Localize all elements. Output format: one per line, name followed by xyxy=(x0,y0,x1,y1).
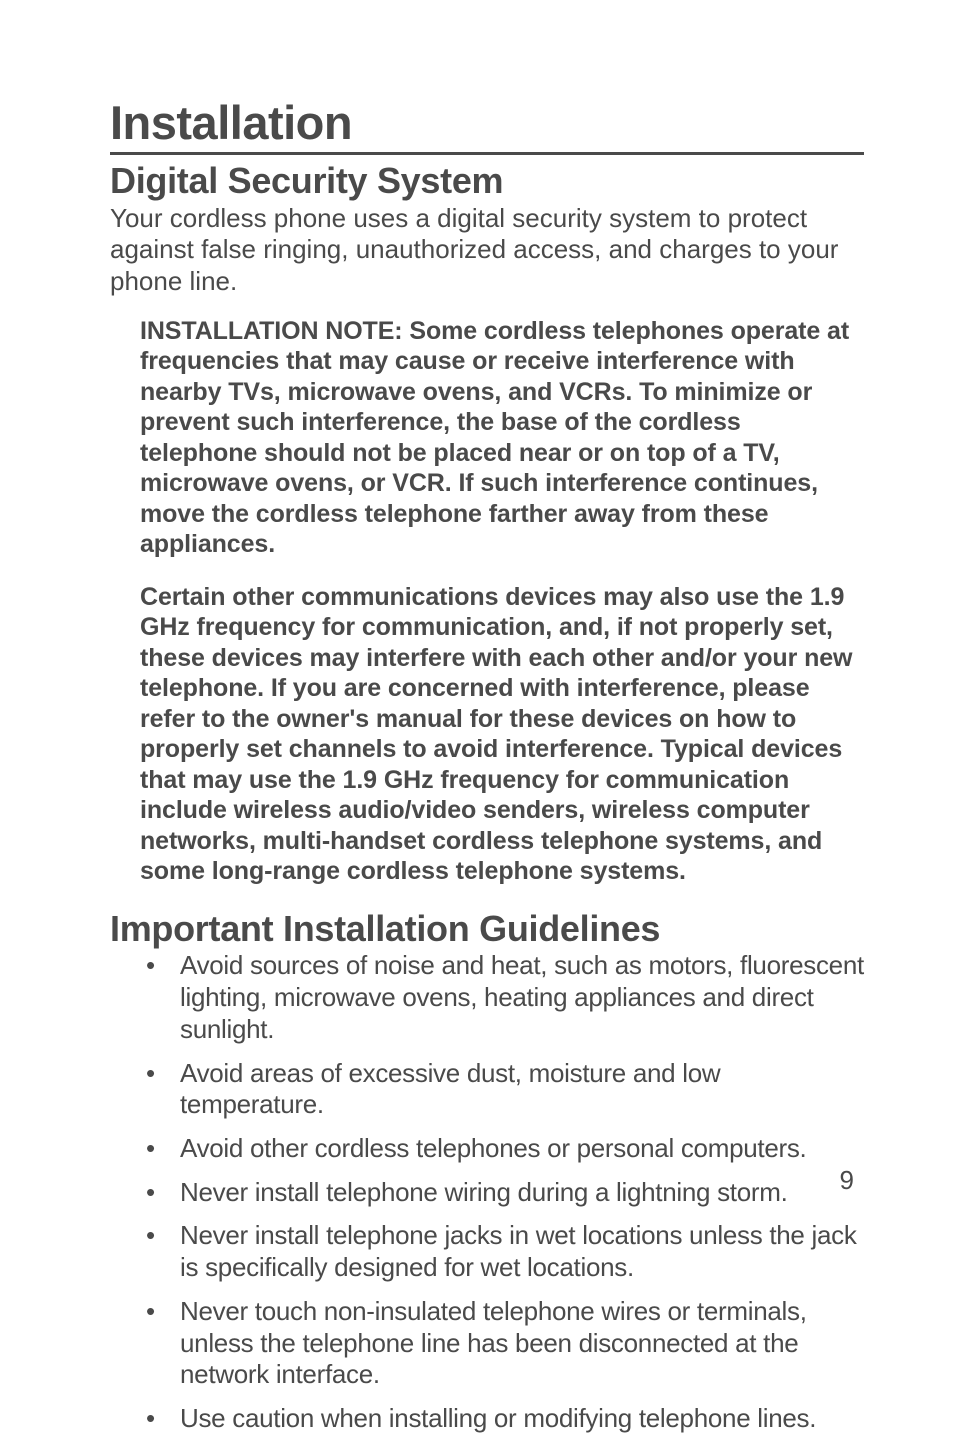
installation-note-2: Certain other communications devices may… xyxy=(140,582,856,887)
list-item: Avoid other cordless telephones or perso… xyxy=(146,1133,864,1165)
page-number: 9 xyxy=(840,1165,854,1196)
installation-note-1: INSTALLATION NOTE: Some cordless telepho… xyxy=(140,316,856,560)
list-item: Never touch non-insulated telephone wire… xyxy=(146,1296,864,1391)
section-heading-guidelines: Important Installation Guidelines xyxy=(110,909,864,949)
list-item: Avoid sources of noise and heat, such as… xyxy=(146,950,864,1045)
list-item: Never install telephone jacks in wet loc… xyxy=(146,1220,864,1283)
guidelines-list: Avoid sources of noise and heat, such as… xyxy=(146,950,864,1434)
list-item: Never install telephone wiring during a … xyxy=(146,1177,864,1209)
intro-paragraph: Your cordless phone uses a digital secur… xyxy=(110,203,864,298)
section-heading-security: Digital Security System xyxy=(110,161,864,201)
page-title: Installation xyxy=(110,95,864,155)
list-item: Avoid areas of excessive dust, moisture … xyxy=(146,1058,864,1121)
installation-notes: INSTALLATION NOTE: Some cordless telepho… xyxy=(140,316,864,887)
list-item: Use caution when installing or modifying… xyxy=(146,1403,864,1435)
